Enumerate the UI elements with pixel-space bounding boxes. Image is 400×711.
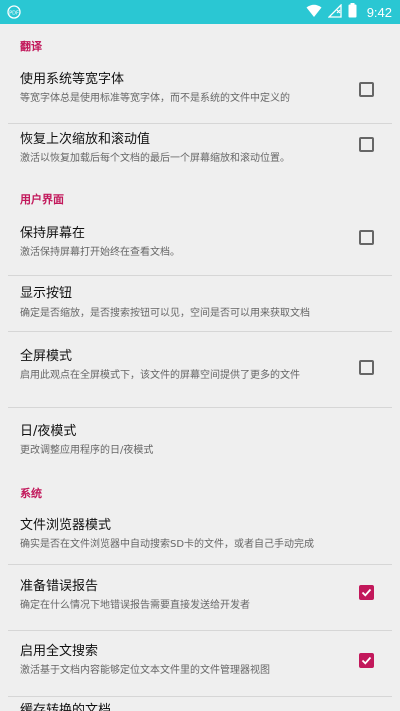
- setting-browser-mode[interactable]: 文件浏览器模式 确实是否在文件浏览器中自动搜索SD卡的文件，或者自己手动完成: [0, 502, 400, 565]
- setting-title: 缓存转换的文档: [20, 703, 112, 711]
- setting-restore-zoom[interactable]: 恢复上次缩放和滚动值 激活以恢复加载后每个文档的最后一个屏幕缩放和滚动位置。: [0, 124, 400, 190]
- wifi-icon: [306, 3, 322, 22]
- setting-cache-docs[interactable]: 缓存转换的文档: [0, 697, 400, 711]
- restore-zoom-checkbox[interactable]: [359, 137, 374, 152]
- svg-text:PDF: PDF: [9, 11, 19, 17]
- checkmark-icon: [361, 588, 372, 597]
- setting-title: 全屏模式: [20, 349, 73, 364]
- setting-summary: 更改调整应用程序的日/夜模式: [20, 445, 154, 456]
- section-header-system: 系统: [20, 487, 42, 500]
- monospace-checkbox[interactable]: [359, 82, 374, 97]
- setting-keep-screen[interactable]: 保持屏幕在 激活保持屏幕打开始终在查看文档。: [0, 208, 400, 276]
- status-time: 9:42: [366, 4, 392, 20]
- error-report-checkbox[interactable]: [359, 585, 374, 600]
- setting-summary: 激活基于文档内容能够定位文本文件里的文件管理器视图: [20, 665, 270, 676]
- status-bar: PDF 9:42: [0, 0, 400, 24]
- setting-summary: 激活保持屏幕打开始终在查看文档。: [20, 247, 180, 258]
- app-notification-icon: PDF: [6, 4, 22, 20]
- setting-summary: 激活以恢复加载后每个文档的最后一个屏幕缩放和滚动位置。: [20, 153, 290, 164]
- setting-title: 显示按钮: [20, 286, 73, 301]
- setting-title: 保持屏幕在: [20, 226, 86, 241]
- setting-fullscreen[interactable]: 全屏模式 启用此观点在全屏模式下，该文件的屏幕空间提供了更多的文件: [0, 332, 400, 408]
- setting-title: 使用系统等宽字体: [20, 72, 125, 87]
- no-signal-icon: [327, 2, 342, 22]
- setting-summary: 确实是否在文件浏览器中自动搜索SD卡的文件，或者自己手动完成: [20, 539, 315, 550]
- setting-day-night[interactable]: 日/夜模式 更改调整应用程序的日/夜模式: [0, 408, 400, 474]
- setting-monospace[interactable]: 使用系统等宽字体 等宽字体总是使用标准等宽字体，而不是系统的文件中定义的: [0, 56, 400, 124]
- section-header-translation: 翻译: [20, 40, 42, 53]
- setting-title: 准备错误报告: [20, 579, 99, 594]
- setting-summary: 等宽字体总是使用标准等宽字体，而不是系统的文件中定义的: [20, 93, 290, 104]
- setting-error-report[interactable]: 准备错误报告 确定在什么情况下地错误报告需要直接发送给开发者: [0, 565, 400, 631]
- setting-fulltext-search[interactable]: 启用全文搜索 激活基于文档内容能够定位文本文件里的文件管理器视图: [0, 631, 400, 697]
- setting-show-buttons[interactable]: 显示按钮 确定是否缩放，是否搜索按钮可以见，空间是否可以用来获取文档: [0, 276, 400, 332]
- section-header-ui: 用户界面: [20, 193, 64, 206]
- setting-title: 日/夜模式: [20, 424, 77, 439]
- fulltext-search-checkbox[interactable]: [359, 653, 374, 668]
- keep-screen-checkbox[interactable]: [359, 230, 374, 245]
- battery-icon: [348, 2, 357, 22]
- fullscreen-checkbox[interactable]: [359, 360, 374, 375]
- setting-summary: 确定在什么情况下地错误报告需要直接发送给开发者: [20, 600, 250, 611]
- checkmark-icon: [361, 656, 372, 665]
- setting-title: 文件浏览器模式: [20, 518, 112, 533]
- setting-summary: 确定是否缩放，是否搜索按钮可以见，空间是否可以用来获取文档: [20, 308, 310, 319]
- setting-title: 启用全文搜索: [20, 644, 99, 659]
- setting-summary: 启用此观点在全屏模式下，该文件的屏幕空间提供了更多的文件: [20, 370, 300, 381]
- setting-title: 恢复上次缩放和滚动值: [20, 132, 151, 147]
